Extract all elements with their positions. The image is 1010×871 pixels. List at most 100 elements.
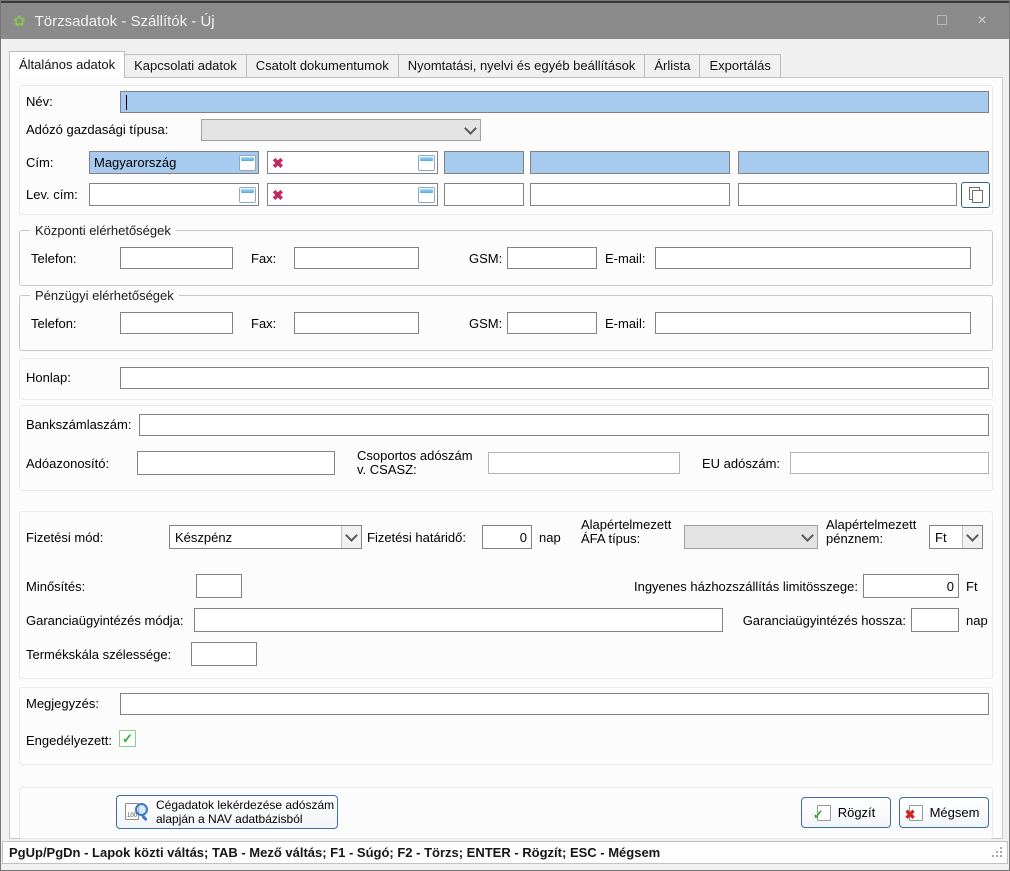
magnifier-handle (141, 814, 147, 820)
address-city-field[interactable]: ✖ (267, 151, 438, 174)
tab-nyomtatasi-beallitasok[interactable]: Nyomtatási, nyelvi és egyéb beállítások (399, 54, 646, 78)
name-label: Név: (26, 95, 53, 109)
mailing-zip-field[interactable] (444, 183, 524, 206)
tab-altalanos-adatok[interactable]: Általános adatok (9, 51, 125, 78)
company-lookup-icon: 100 (125, 802, 148, 823)
mailing-street2-field[interactable] (738, 183, 957, 206)
payment-method-dropdown-button[interactable] (341, 526, 361, 548)
financial-fax-label: Fax: (251, 317, 276, 331)
nav-label-line1: Cégadatok lekérdezése adószám (156, 798, 334, 812)
financial-email-input[interactable] (655, 312, 971, 334)
bank-account-input[interactable] (139, 414, 989, 436)
payment-method-dropdown[interactable]: Készpénz (169, 525, 362, 549)
table-picker-icon[interactable] (418, 187, 435, 203)
nav-label-line2: alapján a NAV adatbázisból (156, 812, 303, 826)
x-icon: ✖ (905, 808, 916, 821)
taxpayer-type-dropdown[interactable] (201, 119, 481, 141)
group-tax-id-label: Csoportos adószám v. CSASZ: (357, 449, 482, 477)
mailing-address-label: Lev. cím: (26, 188, 78, 202)
clear-icon[interactable]: ✖ (272, 188, 284, 202)
status-bar: PgUp/PgDn - Lapok közti váltás; TAB - Me… (2, 841, 1008, 864)
magnifier-icon (135, 803, 148, 816)
default-vat-dropdown[interactable] (684, 525, 818, 549)
address-zip-field[interactable] (444, 151, 524, 174)
warranty-method-input[interactable] (194, 608, 723, 632)
clear-icon[interactable]: ✖ (272, 156, 284, 170)
financial-phone-input[interactable] (120, 312, 233, 334)
default-currency-dropdown-button[interactable] (962, 526, 982, 548)
tab-bar: Általános adatok Kapcsolati adatok Csato… (9, 51, 781, 78)
save-button[interactable]: ✓ Rögzít (801, 797, 891, 828)
central-email-label: E-mail: (605, 252, 645, 266)
window-title: Törzsadatok - Szállítók - Új (35, 13, 215, 30)
table-picker-icon[interactable] (239, 155, 256, 171)
name-input[interactable] (120, 91, 989, 113)
central-email-input[interactable] (655, 247, 971, 269)
chevron-down-icon (464, 122, 477, 135)
address-street2-field[interactable] (738, 151, 989, 174)
central-phone-label: Telefon: (31, 252, 77, 266)
address-country-field[interactable]: Magyarország (89, 151, 259, 174)
central-phone-input[interactable] (120, 247, 233, 269)
enabled-label: Engedélyezett: (26, 734, 112, 748)
free-delivery-limit-label: Ingyenes házhozszállítás limitösszege: (551, 580, 858, 594)
central-fax-label: Fax: (251, 252, 276, 266)
financial-contacts-title: Pénzügyi elérhetőségek (30, 288, 179, 303)
warranty-length-input[interactable] (911, 608, 959, 632)
financial-gsm-label: GSM: (469, 317, 502, 331)
cancel-doc-icon: ✖ (909, 805, 923, 821)
website-input[interactable] (120, 367, 989, 389)
taxpayer-type-label: Adózó gazdasági típusa: (26, 123, 168, 137)
free-delivery-limit-unit: Ft (966, 580, 978, 594)
mailing-street-field[interactable] (530, 183, 730, 206)
copy-icon-front-page (972, 190, 983, 203)
note-label: Megjegyzés: (26, 697, 99, 711)
central-fax-input[interactable] (294, 247, 419, 269)
rating-input[interactable] (196, 574, 242, 598)
table-picker-icon[interactable] (418, 155, 435, 171)
nav-company-lookup-button[interactable]: 100 Cégadatok lekérdezése adószám alapjá… (116, 795, 338, 829)
tax-id-label: Adóazonosító: (26, 457, 109, 471)
note-input[interactable] (120, 693, 989, 715)
resize-grip[interactable] (991, 847, 1002, 858)
cancel-button-label: Mégsem (930, 805, 980, 820)
payment-deadline-input[interactable]: 0 (482, 525, 532, 549)
address-street-field[interactable] (530, 151, 730, 174)
payment-deadline-label: Fizetési határidő: (367, 531, 466, 545)
eu-tax-id-input[interactable] (790, 452, 989, 474)
mailing-country-field[interactable] (89, 183, 259, 206)
taxpayer-type-dropdown-button[interactable] (461, 120, 480, 140)
product-range-label: Termékskála szélessége: (26, 648, 171, 662)
payment-method-label: Fizetési mód: (26, 531, 103, 545)
central-gsm-input[interactable] (507, 247, 597, 269)
app-icon: ✿ (13, 14, 26, 29)
tab-csatolt-dokumentumok[interactable]: Csatolt dokumentumok (247, 54, 399, 78)
financial-gsm-input[interactable] (507, 312, 597, 334)
tab-arlista[interactable]: Árlista (645, 54, 700, 78)
table-picker-header (241, 157, 254, 161)
tab-exportalas[interactable]: Exportálás (700, 54, 780, 78)
tax-id-input[interactable] (137, 451, 335, 475)
window-torzsadatok-szallitok-uj: ✿ Törzsadatok - Szállítók - Új □ × Által… (0, 0, 1010, 871)
free-delivery-limit-input[interactable]: 0 (863, 574, 959, 598)
cancel-button[interactable]: ✖ Mégsem (899, 797, 989, 828)
enabled-checkbox[interactable]: ✓ (119, 730, 136, 747)
default-vat-dropdown-button[interactable] (798, 526, 817, 548)
payment-method-value: Készpénz (170, 530, 341, 545)
table-picker-header (420, 189, 433, 193)
product-range-input[interactable] (191, 642, 257, 666)
website-label: Honlap: (26, 371, 71, 385)
tab-kapcsolati-adatok[interactable]: Kapcsolati adatok (125, 54, 247, 78)
group-tax-id-input[interactable] (488, 452, 680, 474)
maximize-button[interactable]: □ (927, 8, 957, 34)
financial-fax-input[interactable] (294, 312, 419, 334)
resize-grip-dots (1000, 855, 1002, 857)
address-country-value: Magyarország (94, 155, 176, 170)
mailing-city-field[interactable]: ✖ (267, 183, 438, 206)
close-button[interactable]: × (967, 8, 997, 34)
default-currency-dropdown[interactable]: Ft (929, 525, 983, 549)
table-picker-icon[interactable] (239, 187, 256, 203)
status-bar-text: PgUp/PgDn - Lapok közti váltás; TAB - Me… (9, 845, 660, 860)
copy-address-button[interactable] (961, 182, 990, 208)
financial-phone-label: Telefon: (31, 317, 77, 331)
